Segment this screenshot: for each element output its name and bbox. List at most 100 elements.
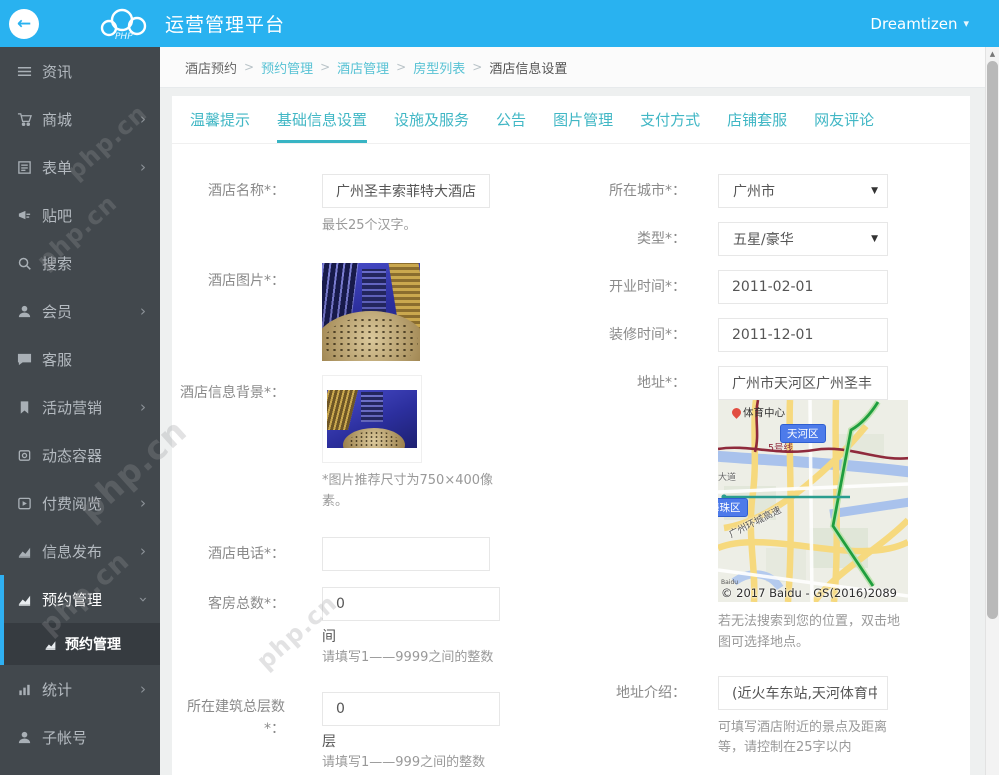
breadcrumb-link[interactable]: 预约管理 [261,58,313,77]
hotel-phone-label: 酒店电话*： [208,546,285,563]
breadcrumb-link[interactable]: 房型列表 [413,58,465,77]
bar-chart-icon [17,682,32,697]
cloud-logo-icon: PHP [100,8,147,41]
logo-text: PHP [115,32,133,41]
type-select-value: 五星/豪华 [733,232,794,248]
megaphone-icon [17,208,32,223]
user-menu[interactable]: Dreamtizen ▾ [870,15,969,33]
tab-image-manage[interactable]: 图片管理 [553,96,613,143]
sidebar-subitem-label: 预约管理 [65,637,121,653]
map-poi-sports-center: 体育中心 [730,405,785,420]
back-button[interactable]: ← [9,8,39,39]
city-select[interactable]: 广州市 ▼ [718,174,888,208]
hotel-bg-label: 酒店信息背景*： [180,384,285,401]
map-copyright: © 2017 Baidu - GS(2016)2089 [721,586,897,600]
user-name: Dreamtizen [870,14,958,33]
address-input[interactable] [718,366,888,400]
chevron-right-icon: › [140,493,146,512]
form-panel: 温馨提示 基础信息设置 设施及服务 公告 图片管理 支付方式 店铺套服 网友评论… [172,96,970,775]
sidebar-item-tieba[interactable]: 贴吧 [0,191,160,239]
renovate-date-input[interactable] [718,318,888,352]
sidebar-item-label: 活动营销 [42,398,103,417]
address-intro-help: 可填写酒店附近的景点及距离等，请控制在25字以内 [718,719,888,756]
type-label: 类型*： [637,231,686,247]
sidebar-item-label: 资讯 [42,62,73,81]
app-logo: PHP 运营管理平台 [95,7,285,41]
hotel-photo[interactable] [322,262,420,361]
address-intro-input[interactable] [718,675,888,710]
open-date-input[interactable] [718,270,888,304]
paid-reading-icon [17,496,32,511]
tab-facilities[interactable]: 设施及服务 [394,96,469,143]
sidebar-item-label: 信息发布 [42,542,103,561]
tab-announcement[interactable]: 公告 [496,96,526,143]
tab-basic-info[interactable]: 基础信息设置 [277,96,368,143]
room-count-help: 请填写1——9999之间的整数 [322,650,494,666]
member-icon [17,304,32,319]
city-select-value: 广州市 [733,184,775,200]
renovate-date-label: 装修时间*： [609,327,686,343]
sidebar-item-label: 搜索 [42,254,73,273]
address-intro-label: 地址介绍： [616,684,686,701]
news-icon [17,64,32,79]
select-caret-icon: ▼ [871,234,878,244]
sidebar-item-stats[interactable]: 统计 › [0,665,160,713]
chevron-down-icon: › [134,596,153,602]
vertical-scrollbar[interactable]: ▲ [985,47,999,775]
baidu-logo: Baidu [721,579,739,586]
sidebar-item-label: 贴吧 [42,206,73,225]
hotel-name-input[interactable] [322,174,490,208]
baidu-map[interactable]: 体育中心 天河区 海珠区 5号线 广州环城高速 大道 Baidu © 2017 … [718,400,908,602]
sidebar-item-news[interactable]: 资讯 [0,47,160,95]
sidebar-item-publish[interactable]: 信息发布 › [0,527,160,575]
floor-count-label: 所在建筑总层数*： [187,699,285,737]
sidebar-item-label: 动态容器 [42,446,103,465]
chevron-right-icon: › [140,301,146,320]
breadcrumb-separator: > [320,60,331,74]
sidebar-item-service[interactable]: 客服 [0,335,160,383]
sidebar-group-booking: 预约管理 › 预约管理 [0,575,160,665]
tab-bar: 温馨提示 基础信息设置 设施及服务 公告 图片管理 支付方式 店铺套服 网友评论 [172,96,970,144]
tab-tips[interactable]: 温馨提示 [190,96,250,143]
sidebar-item-label: 预约管理 [42,590,103,609]
tab-reviews[interactable]: 网友评论 [814,96,874,143]
sidebar-item-booking[interactable]: 预约管理 › [4,575,160,623]
sidebar-item-label: 表单 [42,158,73,177]
sidebar-item-forms[interactable]: 表单 › [0,143,160,191]
sidebar-item-label: 客服 [42,350,73,369]
app-title: 运营管理平台 [165,14,286,36]
scrollbar-thumb[interactable] [987,61,998,619]
sidebar-item-members[interactable]: 会员 › [0,287,160,335]
breadcrumb-current: 酒店信息设置 [489,61,568,77]
map-metro-line-label: 5号线 [768,443,794,454]
sidebar-subitem-booking-manage[interactable]: 预约管理 [4,623,160,665]
form-icon [17,160,32,175]
hotel-phone-input[interactable] [322,537,490,572]
hotel-bg-photo[interactable] [322,374,422,463]
sidebar-item-label: 统计 [42,680,73,699]
cart-icon [17,112,32,127]
floor-count-input[interactable] [322,692,500,727]
container-icon [17,448,32,463]
main-content: 酒店预约 > 预约管理 > 酒店管理 > 房型列表 > 酒店信息设置 温馨提示 … [160,47,999,775]
search-icon [17,256,32,271]
map-road-label: 大道 [718,473,737,483]
chat-icon [17,352,32,367]
sidebar-item-container[interactable]: 动态容器 [0,431,160,479]
form-column-right: 所在城市*： 广州市 ▼ 类型*： 五星/豪华 ▼ 开业时间*： 装修时间*： [600,174,966,759]
sidebar-item-marketing[interactable]: 活动营销 › [0,383,160,431]
bookmark-icon [17,400,32,415]
sidebar-item-subaccount[interactable]: 子帐号 [0,713,160,761]
room-count-input[interactable] [322,587,500,622]
sidebar-item-search[interactable]: 搜索 [0,239,160,287]
floor-count-help: 请填写1——999之间的整数 [322,755,486,771]
scroll-up-arrow-icon[interactable]: ▲ [986,47,999,60]
type-select[interactable]: 五星/豪华 ▼ [718,222,888,256]
sidebar-item-mall[interactable]: 商城 › [0,95,160,143]
tab-payment[interactable]: 支付方式 [640,96,700,143]
sidebar-item-paid-reading[interactable]: 付费阅览 › [0,479,160,527]
tab-shop-service[interactable]: 店铺套服 [727,96,787,143]
breadcrumb-link[interactable]: 酒店管理 [337,58,389,77]
room-count-unit: 间 [322,629,336,646]
publish-icon [17,544,32,559]
